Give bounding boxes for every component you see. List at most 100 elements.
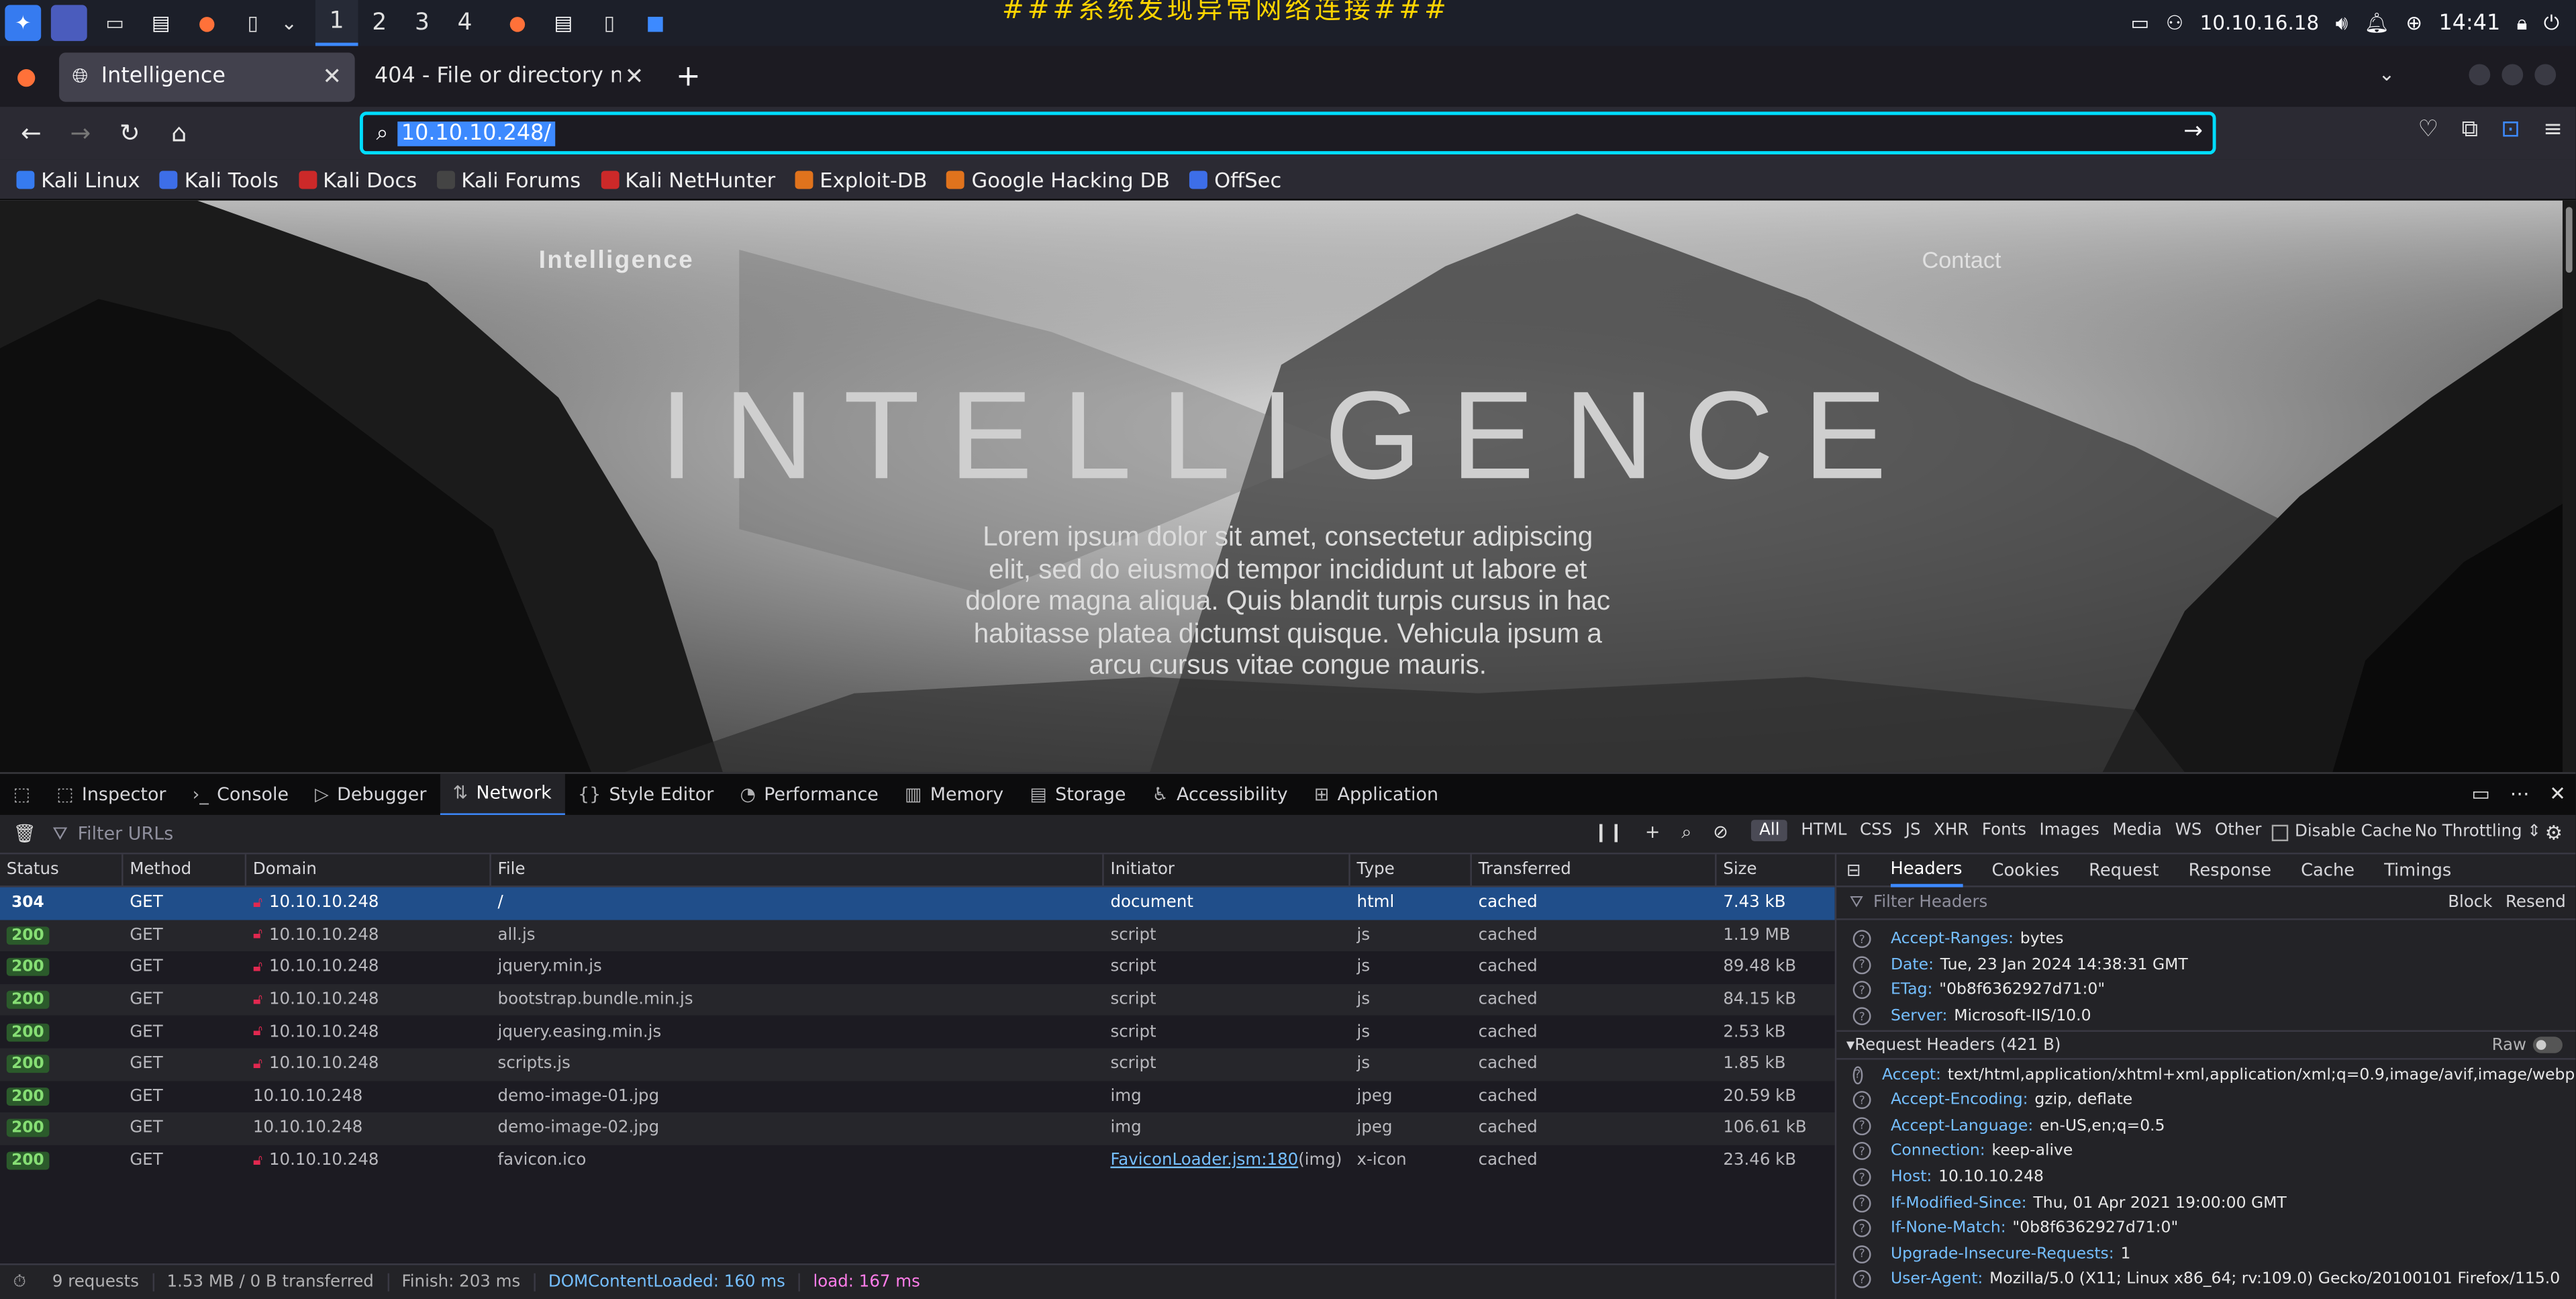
minimize-button[interactable]	[2469, 64, 2491, 86]
help-icon[interactable]: ?	[1852, 1065, 1863, 1084]
page-scrollbar[interactable]	[2562, 200, 2576, 773]
details-tab-cookies[interactable]: Cookies	[1992, 860, 2060, 879]
filter-other[interactable]: Other	[2215, 822, 2262, 840]
notification-icon[interactable]: 🔔︎	[2365, 11, 2389, 34]
help-icon[interactable]: ?	[1852, 1245, 1871, 1263]
tab-intelligence[interactable]: 🌐︎ Intelligence ✕	[59, 52, 355, 101]
block-icon[interactable]: ⊘	[1713, 822, 1728, 845]
workspace-1[interactable]: 1	[315, 0, 358, 46]
devtools-pick-icon[interactable]: ⊡	[2501, 117, 2520, 143]
help-icon[interactable]: ?	[1852, 1143, 1871, 1161]
tab-application[interactable]: ⊞ Application	[1301, 773, 1451, 816]
help-icon[interactable]: ?	[1852, 1219, 1871, 1238]
bookmark-google-hacking-db[interactable]: Google Hacking DB	[946, 166, 1170, 191]
filter-images[interactable]: Images	[2040, 822, 2099, 840]
back-icon[interactable]: ←	[7, 118, 56, 148]
workspace-2[interactable]: 2	[358, 0, 401, 46]
filter-css[interactable]: CSS	[1860, 822, 1892, 840]
table-row[interactable]: 200 GET 🔓︎ 10.10.10.248 jquery.min.js script j…	[0, 952, 1835, 984]
help-icon[interactable]: ?	[1852, 1194, 1871, 1212]
trash-icon[interactable]: 🗑︎	[13, 823, 36, 845]
bookmark-kali-docs[interactable]: Kali Docs	[298, 166, 417, 191]
table-row[interactable]: 200 GET 10.10.10.248 demo-image-02.jpg img jp…	[0, 1112, 1835, 1145]
table-row[interactable]: 200 GET 🔓︎ 10.10.10.248 bootstrap.bundle.min…	[0, 983, 1835, 1016]
volume-icon[interactable]: 🔊︎	[2336, 11, 2348, 36]
close-window-button[interactable]	[2534, 64, 2557, 86]
initiator-link[interactable]: FaviconLoader.jsm:180	[1110, 1152, 1298, 1170]
reload-icon[interactable]: ↻	[105, 118, 154, 148]
help-icon[interactable]: ?	[1852, 1270, 1871, 1289]
terminal-window-icon[interactable]: ▯	[591, 5, 628, 41]
column-header-type[interactable]: Type	[1350, 854, 1472, 886]
column-header-file[interactable]: File	[491, 854, 1104, 886]
menu-icon[interactable]: ≡	[2543, 117, 2563, 143]
more-options-icon[interactable]: ⋯	[2510, 782, 2529, 805]
help-icon[interactable]: ?	[1852, 930, 1871, 949]
table-row[interactable]: 304 GET 🔓︎ 10.10.10.248 / document html cached 7…	[0, 887, 1835, 920]
help-icon[interactable]: ?	[1852, 1007, 1871, 1026]
search-icon[interactable]: ⌕	[1681, 822, 1691, 845]
window-icon[interactable]: ▭	[2131, 11, 2150, 34]
details-tab-request[interactable]: Request	[2089, 860, 2159, 879]
close-tab-icon[interactable]: ✕	[322, 63, 342, 89]
update-icon[interactable]: ⊕	[2406, 11, 2422, 34]
chevron-down-icon[interactable]: ⌄	[281, 5, 297, 41]
tab-storage[interactable]: ▤ Storage	[1017, 773, 1139, 816]
bookmark-kali-tools[interactable]: Kali Tools	[160, 166, 279, 191]
help-icon[interactable]: ?	[1852, 1116, 1871, 1135]
contact-link[interactable]: Contact	[1922, 246, 2001, 273]
bookmark-kali-nethunter[interactable]: Kali NetHunter	[600, 166, 775, 191]
new-tab-button[interactable]: +	[664, 59, 713, 93]
home-icon[interactable]: ⌂	[154, 118, 203, 148]
details-tab-cache[interactable]: Cache	[2301, 860, 2355, 879]
tab-debugger[interactable]: ▷ Debugger	[302, 773, 440, 816]
pause-icon[interactable]: ❙❙	[1593, 822, 1624, 845]
column-header-size[interactable]: Size	[1717, 855, 1835, 886]
details-tab-response[interactable]: Response	[2189, 860, 2271, 879]
table-row[interactable]: 200 GET 🔓︎ 10.10.10.248 favicon.ico FaviconLo…	[0, 1145, 1835, 1177]
request-headers-section[interactable]: ▾ Request Headers (421 B) Raw	[1836, 1030, 2576, 1061]
column-header-initiator[interactable]: Initiator	[1104, 854, 1350, 886]
kali-menu-icon[interactable]: ✦	[5, 5, 42, 42]
element-picker-icon[interactable]: ⬚	[0, 773, 44, 816]
help-icon[interactable]: ?	[1852, 1091, 1871, 1110]
text-editor-icon[interactable]: ▤	[143, 5, 179, 41]
filter-js[interactable]: JS	[1905, 822, 1921, 840]
column-header-domain[interactable]: Domain	[246, 854, 491, 886]
tab-style-editor[interactable]: {} Style Editor	[564, 773, 727, 816]
folder-window-icon[interactable]: ■	[638, 5, 674, 41]
resend-button[interactable]: Resend	[2506, 894, 2566, 912]
bookmark-exploit-db[interactable]: Exploit-DB	[795, 166, 927, 191]
workspace-3[interactable]: 3	[401, 0, 444, 46]
list-all-tabs-icon[interactable]: ⌄	[2379, 62, 2395, 85]
add-icon[interactable]: +	[1645, 822, 1661, 845]
clock[interactable]: 14:41	[2439, 11, 2501, 36]
tab-memory[interactable]: ▥ Memory	[891, 773, 1016, 816]
power-icon[interactable]: ⏻	[2544, 11, 2559, 36]
bookmark-offsec[interactable]: OffSec	[1189, 166, 1281, 191]
lock-icon[interactable]: 🔒︎	[2517, 11, 2528, 36]
filter-html[interactable]: HTML	[1801, 822, 1846, 840]
table-row[interactable]: 200 GET 🔓︎ 10.10.10.248 jquery.easing.min.js…	[0, 1016, 1835, 1048]
filter-ws[interactable]: WS	[2175, 822, 2202, 840]
toggle-panel-icon[interactable]: ⊟	[1846, 860, 1861, 879]
column-header-method[interactable]: Method	[123, 854, 247, 886]
network-icon[interactable]: ⚇	[2166, 11, 2183, 34]
help-icon[interactable]: ?	[1852, 1168, 1871, 1187]
bookmark-kali-linux[interactable]: Kali Linux	[16, 166, 140, 191]
tab-performance[interactable]: ◔ Performance	[727, 773, 892, 816]
help-icon[interactable]: ?	[1852, 956, 1871, 975]
column-header-transferred[interactable]: Transferred	[1472, 854, 1717, 886]
raw-toggle[interactable]: Raw	[2492, 1037, 2563, 1055]
block-button[interactable]: Block	[2448, 894, 2492, 912]
table-row[interactable]: 200 GET 🔓︎ 10.10.10.248 all.js script js cached…	[0, 919, 1835, 952]
firefox-icon[interactable]: ●	[189, 5, 225, 41]
firefox-window-icon[interactable]: ●	[499, 5, 536, 41]
dock-icon[interactable]: ▭	[2471, 782, 2490, 805]
timer-icon[interactable]: ⏱	[0, 1273, 39, 1292]
filter-all[interactable]: All	[1750, 820, 1788, 842]
document-window-icon[interactable]: ▤	[546, 5, 582, 41]
url-text[interactable]: 10.10.10.248/	[397, 120, 554, 146]
close-devtools-icon[interactable]: ✕	[2549, 782, 2566, 805]
firefox-view-icon[interactable]: ●	[0, 63, 52, 89]
